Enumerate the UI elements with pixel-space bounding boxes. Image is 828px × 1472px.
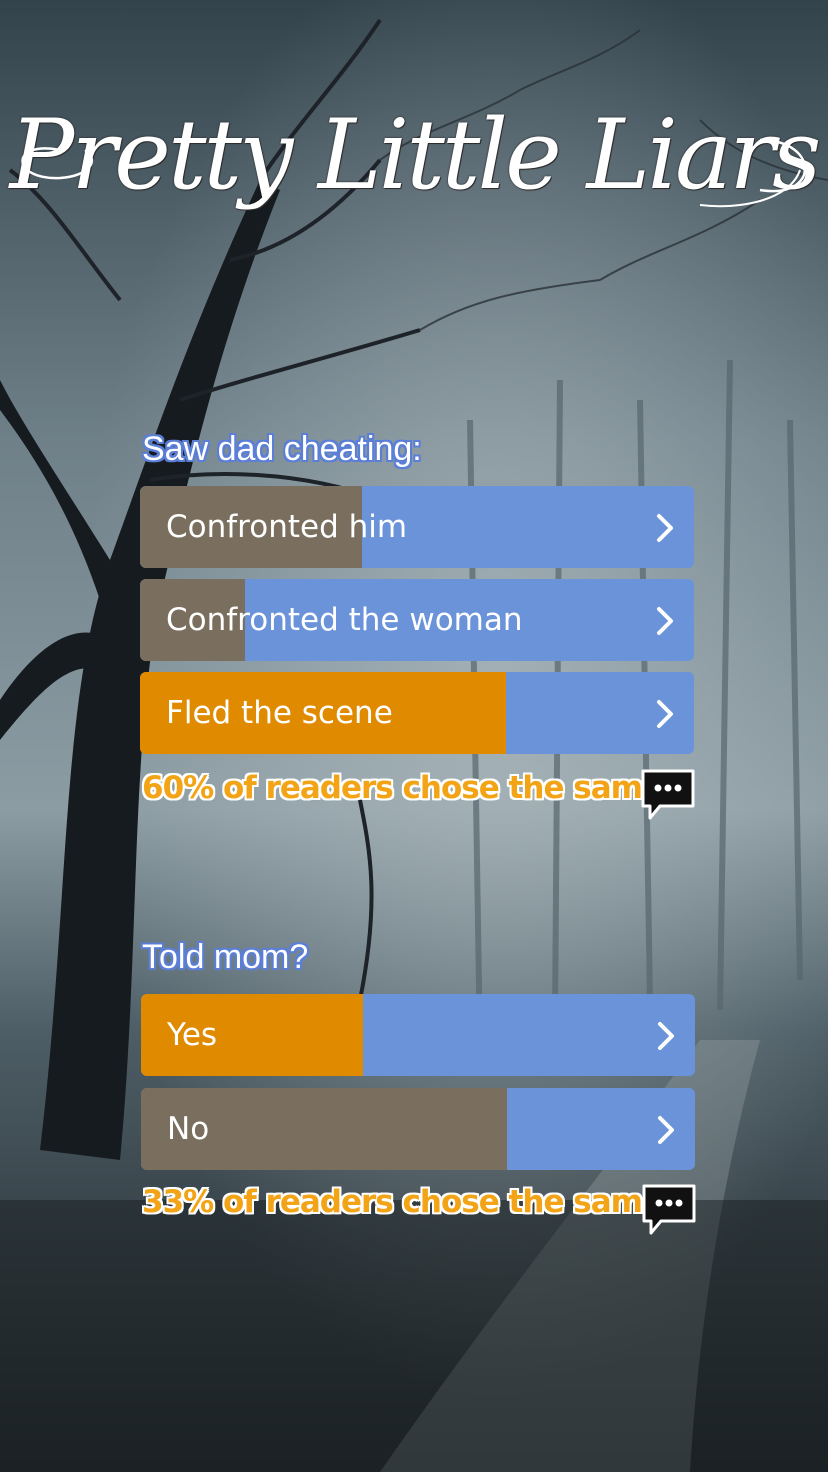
option-label: Fled the scene <box>166 695 393 731</box>
option-label: Confronted him <box>166 509 408 545</box>
comment-bubble-icon[interactable] <box>640 768 696 822</box>
chevron-right-icon <box>658 1116 674 1144</box>
option-confronted-the-woman[interactable]: Confronted the woman <box>140 579 694 661</box>
chevron-right-icon <box>657 607 673 635</box>
option-fled-the-scene[interactable]: Fled the scene <box>140 672 694 754</box>
poll-question-2: Told mom? Yes No 33% of readers chose th… <box>140 938 696 1258</box>
app-logo: Pretty Little Liars <box>0 70 828 240</box>
option-label: Confronted the woman <box>166 602 523 638</box>
result-text: 33% of readers chose the same <box>142 1184 663 1220</box>
comment-bubble-icon[interactable] <box>641 1183 697 1237</box>
logo-text: Pretty Little Liars <box>9 99 822 211</box>
question-title: Saw dad cheating: <box>142 430 422 468</box>
option-yes[interactable]: Yes <box>141 994 695 1076</box>
result-text: 60% of readers chose the same <box>142 770 663 806</box>
chevron-right-icon <box>657 514 673 542</box>
option-label: No <box>167 1111 210 1147</box>
chevron-right-icon <box>658 1022 674 1050</box>
option-no[interactable]: No <box>141 1088 695 1170</box>
option-label: Yes <box>167 1017 218 1053</box>
chevron-right-icon <box>657 700 673 728</box>
option-confronted-him[interactable]: Confronted him <box>140 486 694 568</box>
question-title: Told mom? <box>142 938 309 976</box>
poll-question-1: Saw dad cheating: Confronted him Confron… <box>140 430 696 830</box>
